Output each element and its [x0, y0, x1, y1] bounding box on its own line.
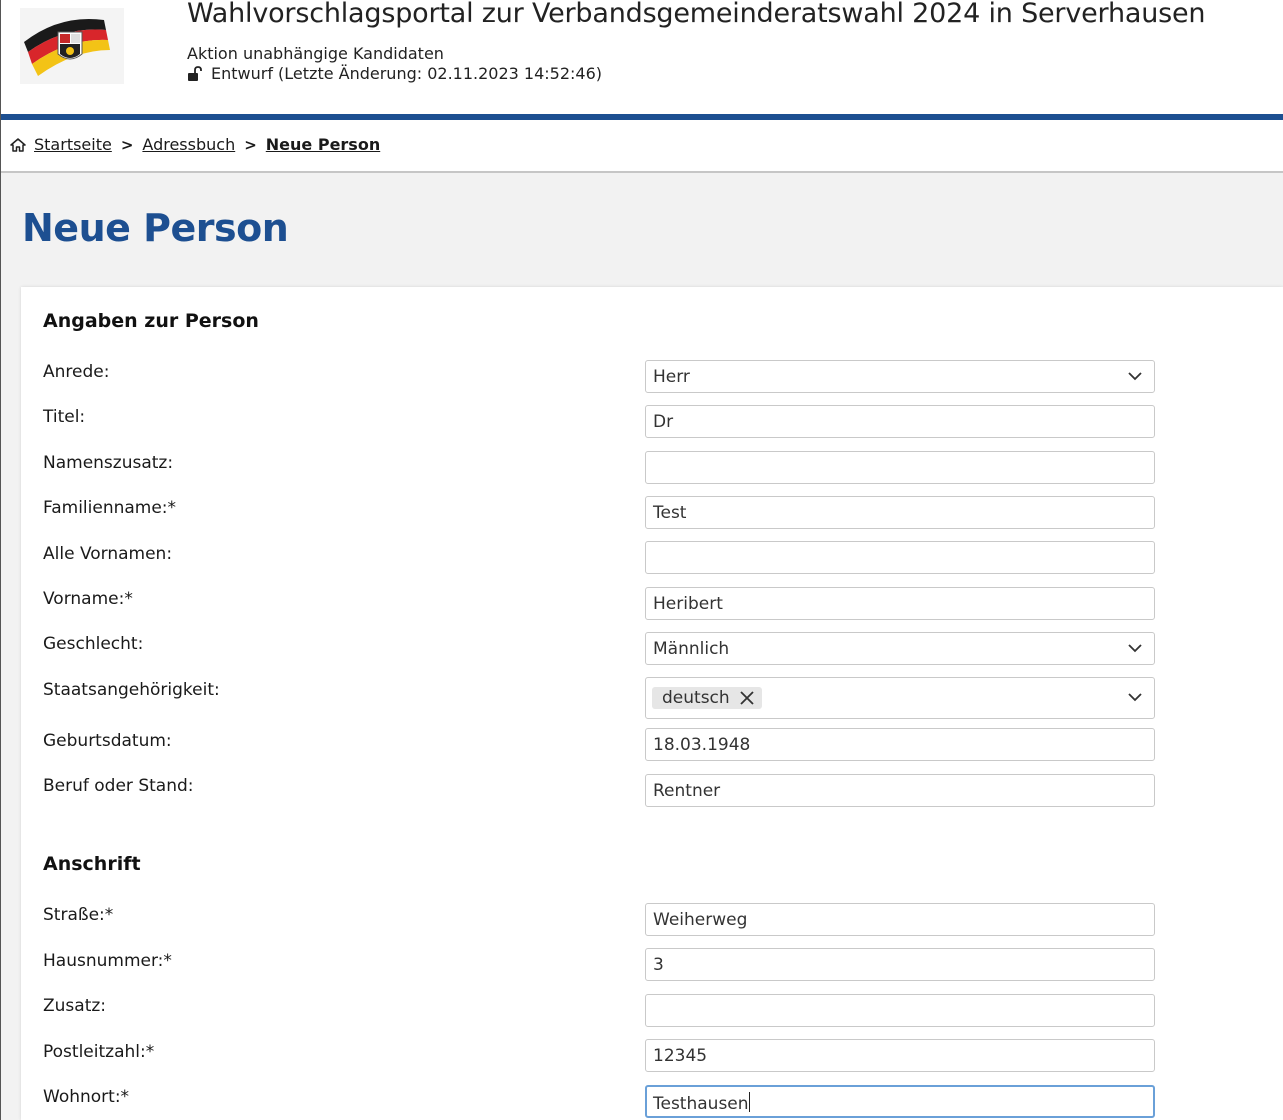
namenszusatz-label: Namenszusatz:: [43, 453, 174, 473]
section-title-address: Anschrift: [43, 853, 141, 875]
beruf-value: Rentner: [653, 781, 721, 801]
breadcrumb-separator: >: [244, 135, 257, 154]
zusatz-input[interactable]: [645, 994, 1155, 1027]
strasse-input[interactable]: Weiherweg: [645, 903, 1155, 936]
namenszusatz-input[interactable]: [645, 451, 1155, 484]
familienname-input[interactable]: Test: [645, 496, 1155, 529]
wohnort-label: Wohnort:*: [43, 1087, 130, 1107]
strasse-value: Weiherweg: [653, 910, 748, 930]
wohnort-value: Testhausen: [653, 1094, 749, 1114]
text-caret: [748, 1092, 750, 1112]
titel-label: Titel:: [43, 407, 86, 427]
hausnummer-input[interactable]: 3: [645, 948, 1155, 981]
postleitzahl-value: 12345: [653, 1046, 708, 1066]
hausnummer-label: Hausnummer:*: [43, 951, 172, 971]
home-icon: [10, 137, 26, 152]
alle-vornamen-input[interactable]: [645, 541, 1155, 574]
breadcrumb-addressbook[interactable]: Adressbuch: [142, 135, 235, 154]
beruf-input[interactable]: Rentner: [645, 774, 1155, 807]
staatsangehoerigkeit-select[interactable]: deutsch: [645, 677, 1155, 719]
geschlecht-value: Männlich: [653, 639, 730, 659]
geschlecht-select[interactable]: Männlich: [645, 632, 1155, 665]
anrede-label: Anrede:: [43, 362, 110, 382]
vorname-input[interactable]: Heribert: [645, 587, 1155, 620]
lock-open-icon: [188, 65, 202, 81]
wohnort-input[interactable]: Testhausen: [645, 1085, 1155, 1118]
app-header: Wahlvorschlagsportal zur Verbandsgemeind…: [0, 0, 1283, 114]
breadcrumb: Startseite > Adressbuch > Neue Person: [10, 135, 380, 154]
alle-vornamen-label: Alle Vornamen:: [43, 544, 173, 564]
chevron-down-icon: [1128, 693, 1142, 702]
nationality-chip-label: deutsch: [662, 688, 730, 708]
familienname-value: Test: [653, 503, 687, 523]
geschlecht-label: Geschlecht:: [43, 634, 144, 654]
window-left-edge: [0, 0, 1, 1120]
app-subtitle: Aktion unabhängige Kandidaten: [187, 44, 444, 63]
postleitzahl-input[interactable]: 12345: [645, 1039, 1155, 1072]
anrede-select[interactable]: Herr: [645, 360, 1155, 393]
draft-status: Entwurf (Letzte Änderung: 02.11.2023 14:…: [187, 64, 602, 83]
breadcrumb-home[interactable]: Startseite: [34, 135, 112, 154]
chevron-down-icon: [1128, 644, 1142, 653]
titel-value: Dr: [653, 412, 674, 432]
breadcrumb-separator: >: [120, 135, 134, 154]
vorname-label: Vorname:*: [43, 589, 133, 609]
strasse-label: Straße:*: [43, 905, 114, 925]
beruf-label: Beruf oder Stand:: [43, 776, 194, 796]
app-title: Wahlvorschlagsportal zur Verbandsgemeind…: [187, 0, 1206, 29]
geburtsdatum-input[interactable]: 18.03.1948: [645, 728, 1155, 761]
page-title: Neue Person: [22, 206, 289, 250]
geburtsdatum-value: 18.03.1948: [653, 735, 751, 755]
familienname-label: Familienname:*: [43, 498, 177, 518]
close-icon[interactable]: [740, 691, 754, 705]
staatsangehoerigkeit-label: Staatsangehörigkeit:: [43, 680, 220, 700]
hausnummer-value: 3: [653, 955, 664, 975]
section-title-person: Angaben zur Person: [43, 310, 259, 332]
nationality-chip: deutsch: [652, 687, 762, 709]
vorname-value: Heribert: [653, 594, 723, 614]
geburtsdatum-label: Geburtsdatum:: [43, 731, 172, 751]
zusatz-label: Zusatz:: [43, 996, 107, 1016]
breadcrumb-current: Neue Person: [265, 135, 381, 154]
logo-emblem: [20, 8, 124, 84]
chevron-down-icon: [1128, 372, 1142, 381]
anrede-value: Herr: [653, 367, 690, 387]
postleitzahl-label: Postleitzahl:*: [43, 1042, 155, 1062]
wohnort-value-wrap: Testhausen: [653, 1092, 750, 1114]
draft-status-text: Entwurf (Letzte Änderung: 02.11.2023 14:…: [211, 64, 603, 83]
titel-input[interactable]: Dr: [645, 405, 1155, 438]
